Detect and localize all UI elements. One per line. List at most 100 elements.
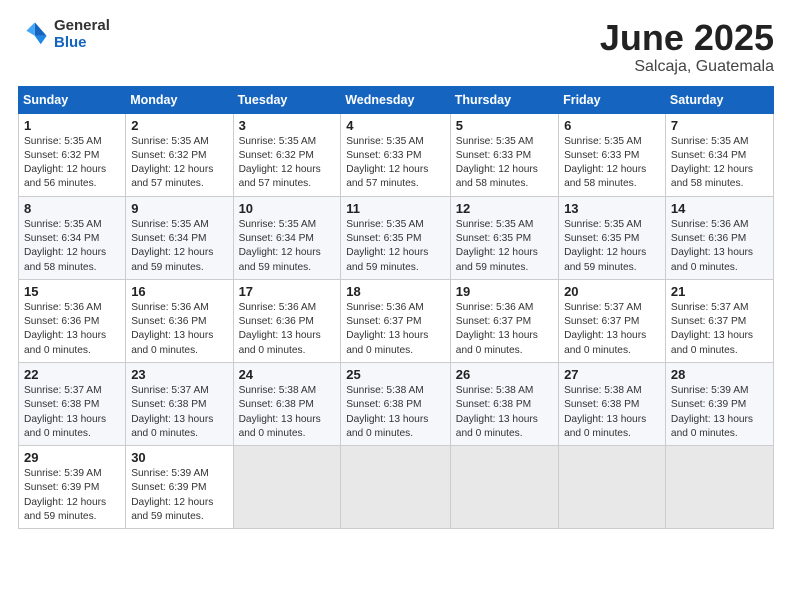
day-detail: Sunrise: 5:36 AM Sunset: 6:37 PM Dayligh… <box>346 301 445 358</box>
day-number: 22 <box>24 367 120 382</box>
day-number: 20 <box>564 284 660 299</box>
day-number: 28 <box>671 367 768 382</box>
table-row: 30Sunrise: 5:39 AM Sunset: 6:39 PM Dayli… <box>126 446 233 529</box>
day-number: 27 <box>564 367 660 382</box>
table-row <box>450 446 558 529</box>
day-number: 5 <box>456 118 553 133</box>
header-tuesday: Tuesday <box>233 86 341 113</box>
logo-general: General <box>54 18 110 35</box>
logo-blue: Blue <box>54 35 110 52</box>
day-number: 8 <box>24 201 120 216</box>
title-month: June 2025 <box>600 18 774 58</box>
table-row: 14Sunrise: 5:36 AM Sunset: 6:36 PM Dayli… <box>665 196 773 279</box>
table-row: 8 Sunrise: 5:35 AM Sunset: 6:34 PM Daylig… <box>19 196 126 279</box>
day-number: 12 <box>456 201 553 216</box>
table-row: 6 Sunrise: 5:35 AM Sunset: 6:33 PM Daylig… <box>559 113 666 196</box>
table-row <box>665 446 773 529</box>
day-detail: Sunrise: 5:35 AM Sunset: 6:34 PM Dayligh… <box>131 218 227 275</box>
day-detail: Sunrise: 5:35 AM Sunset: 6:35 PM Dayligh… <box>456 218 553 275</box>
day-number: 29 <box>24 450 120 465</box>
day-number: 24 <box>239 367 336 382</box>
header-wednesday: Wednesday <box>341 86 451 113</box>
table-row <box>559 446 666 529</box>
day-detail: Sunrise: 5:39 AM Sunset: 6:39 PM Dayligh… <box>24 467 120 524</box>
day-detail: Sunrise: 5:38 AM Sunset: 6:38 PM Dayligh… <box>456 384 553 441</box>
table-row: 1 Sunrise: 5:35 AM Sunset: 6:32 PM Daylig… <box>19 113 126 196</box>
day-number: 4 <box>346 118 445 133</box>
table-row: 5 Sunrise: 5:35 AM Sunset: 6:33 PM Daylig… <box>450 113 558 196</box>
day-detail: Sunrise: 5:37 AM Sunset: 6:37 PM Dayligh… <box>564 301 660 358</box>
table-row: 29 Sunrise: 5:39 AM Sunset: 6:39 PM Dayli… <box>19 446 126 529</box>
header-sunday: Sunday <box>19 86 126 113</box>
day-detail: Sunrise: 5:35 AM Sunset: 6:35 PM Dayligh… <box>564 218 660 275</box>
day-detail: Sunrise: 5:35 AM Sunset: 6:32 PM Dayligh… <box>239 135 336 192</box>
day-detail: Sunrise: 5:35 AM Sunset: 6:34 PM Dayligh… <box>239 218 336 275</box>
table-row: 9 Sunrise: 5:35 AM Sunset: 6:34 PM Daylig… <box>126 196 233 279</box>
day-detail: Sunrise: 5:39 AM Sunset: 6:39 PM Dayligh… <box>671 384 768 441</box>
table-row: 3 Sunrise: 5:35 AM Sunset: 6:32 PM Daylig… <box>233 113 341 196</box>
day-detail: Sunrise: 5:35 AM Sunset: 6:35 PM Dayligh… <box>346 218 445 275</box>
table-row: 17Sunrise: 5:36 AM Sunset: 6:36 PM Dayli… <box>233 279 341 362</box>
day-number: 15 <box>24 284 120 299</box>
day-detail: Sunrise: 5:36 AM Sunset: 6:36 PM Dayligh… <box>131 301 227 358</box>
day-number: 2 <box>131 118 227 133</box>
day-detail: Sunrise: 5:36 AM Sunset: 6:36 PM Dayligh… <box>671 218 768 275</box>
day-number: 13 <box>564 201 660 216</box>
day-number: 3 <box>239 118 336 133</box>
table-row: 20 Sunrise: 5:37 AM Sunset: 6:37 PM Dayli… <box>559 279 666 362</box>
table-row: 21 Sunrise: 5:37 AM Sunset: 6:37 PM Dayli… <box>665 279 773 362</box>
logo-text: General Blue <box>54 18 110 51</box>
header-saturday: Saturday <box>665 86 773 113</box>
table-row: 19 Sunrise: 5:36 AM Sunset: 6:37 PM Dayli… <box>450 279 558 362</box>
day-number: 10 <box>239 201 336 216</box>
day-number: 1 <box>24 118 120 133</box>
day-detail: Sunrise: 5:35 AM Sunset: 6:33 PM Dayligh… <box>564 135 660 192</box>
page: General Blue June 2025 Salcaja, Guatemal… <box>0 0 792 612</box>
day-number: 25 <box>346 367 445 382</box>
day-number: 21 <box>671 284 768 299</box>
day-detail: Sunrise: 5:37 AM Sunset: 6:38 PM Dayligh… <box>131 384 227 441</box>
day-detail: Sunrise: 5:36 AM Sunset: 6:36 PM Dayligh… <box>239 301 336 358</box>
day-number: 30 <box>131 450 227 465</box>
calendar-header-row: Sunday Monday Tuesday Wednesday Thursday… <box>19 86 774 113</box>
table-row: 25 Sunrise: 5:38 AM Sunset: 6:38 PM Dayli… <box>341 362 451 445</box>
day-number: 16 <box>131 284 227 299</box>
table-row: 28 Sunrise: 5:39 AM Sunset: 6:39 PM Dayli… <box>665 362 773 445</box>
day-detail: Sunrise: 5:35 AM Sunset: 6:32 PM Dayligh… <box>24 135 120 192</box>
day-detail: Sunrise: 5:37 AM Sunset: 6:38 PM Dayligh… <box>24 384 120 441</box>
day-detail: Sunrise: 5:35 AM Sunset: 6:33 PM Dayligh… <box>456 135 553 192</box>
day-detail: Sunrise: 5:35 AM Sunset: 6:34 PM Dayligh… <box>24 218 120 275</box>
day-detail: Sunrise: 5:35 AM Sunset: 6:33 PM Dayligh… <box>346 135 445 192</box>
day-number: 18 <box>346 284 445 299</box>
table-row: 10 Sunrise: 5:35 AM Sunset: 6:34 PM Dayli… <box>233 196 341 279</box>
table-row: 22 Sunrise: 5:37 AM Sunset: 6:38 PM Dayli… <box>19 362 126 445</box>
calendar: Sunday Monday Tuesday Wednesday Thursday… <box>18 86 774 530</box>
day-number: 23 <box>131 367 227 382</box>
table-row: 4 Sunrise: 5:35 AM Sunset: 6:33 PM Daylig… <box>341 113 451 196</box>
table-row: 7Sunrise: 5:35 AM Sunset: 6:34 PM Daylig… <box>665 113 773 196</box>
header: General Blue June 2025 Salcaja, Guatemal… <box>18 18 774 76</box>
day-number: 19 <box>456 284 553 299</box>
day-detail: Sunrise: 5:37 AM Sunset: 6:37 PM Dayligh… <box>671 301 768 358</box>
table-row: 11 Sunrise: 5:35 AM Sunset: 6:35 PM Dayli… <box>341 196 451 279</box>
day-detail: Sunrise: 5:36 AM Sunset: 6:37 PM Dayligh… <box>456 301 553 358</box>
logo: General Blue <box>18 18 110 51</box>
day-detail: Sunrise: 5:38 AM Sunset: 6:38 PM Dayligh… <box>239 384 336 441</box>
day-number: 11 <box>346 201 445 216</box>
day-number: 6 <box>564 118 660 133</box>
table-row <box>233 446 341 529</box>
table-row: 13 Sunrise: 5:35 AM Sunset: 6:35 PM Dayli… <box>559 196 666 279</box>
table-row: 18 Sunrise: 5:36 AM Sunset: 6:37 PM Dayli… <box>341 279 451 362</box>
table-row: 23 Sunrise: 5:37 AM Sunset: 6:38 PM Dayli… <box>126 362 233 445</box>
table-row <box>341 446 451 529</box>
table-row: 16 Sunrise: 5:36 AM Sunset: 6:36 PM Dayli… <box>126 279 233 362</box>
table-row: 15 Sunrise: 5:36 AM Sunset: 6:36 PM Dayli… <box>19 279 126 362</box>
header-friday: Friday <box>559 86 666 113</box>
header-thursday: Thursday <box>450 86 558 113</box>
table-row: 12 Sunrise: 5:35 AM Sunset: 6:35 PM Dayli… <box>450 196 558 279</box>
day-detail: Sunrise: 5:38 AM Sunset: 6:38 PM Dayligh… <box>346 384 445 441</box>
day-detail: Sunrise: 5:35 AM Sunset: 6:32 PM Dayligh… <box>131 135 227 192</box>
day-detail: Sunrise: 5:36 AM Sunset: 6:36 PM Dayligh… <box>24 301 120 358</box>
day-number: 9 <box>131 201 227 216</box>
table-row: 26Sunrise: 5:38 AM Sunset: 6:38 PM Dayli… <box>450 362 558 445</box>
